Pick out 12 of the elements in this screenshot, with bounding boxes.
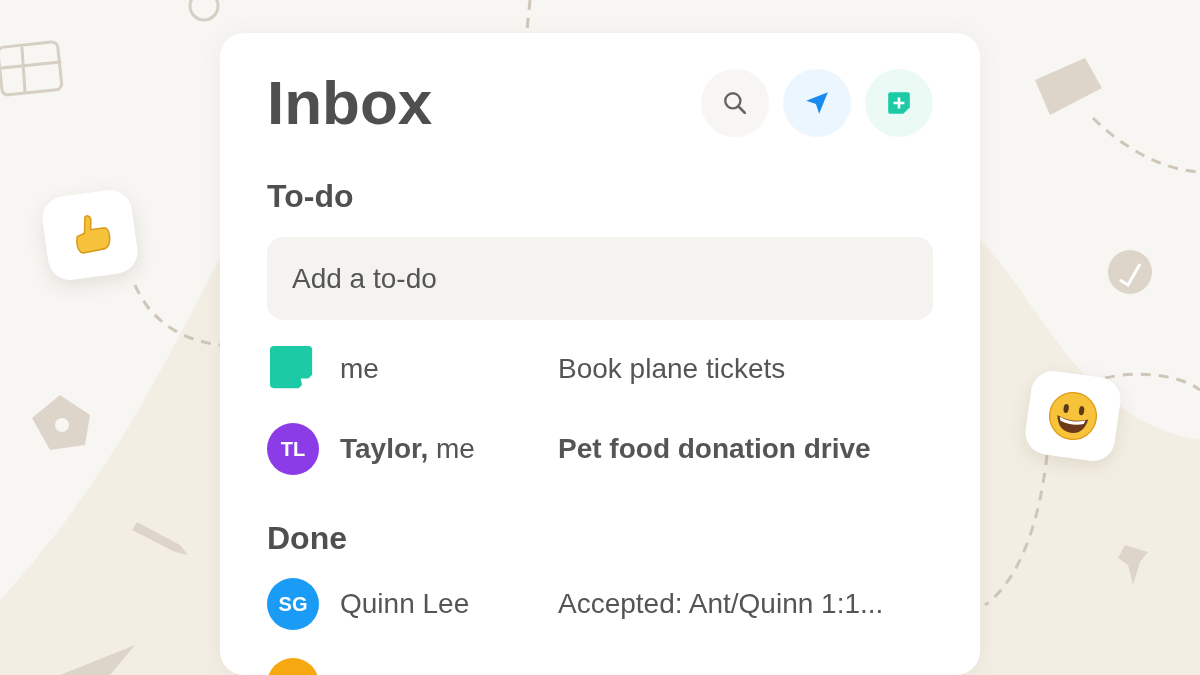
sender-name: Taylor, me: [340, 433, 476, 465]
section-heading: To-do: [267, 177, 355, 216]
page-title: Inbox: [267, 67, 433, 139]
subject-text: Accepted: Ant/Quinn 1:1...: [558, 588, 884, 620]
add-todo-field[interactable]: Add a to-do: [267, 237, 933, 320]
sender-name: me: [340, 353, 380, 385]
subject-text: Book plane tickets: [558, 353, 786, 385]
section-heading: Done: [267, 519, 348, 558]
avatar: TL: [267, 423, 319, 475]
avatar: SG: [267, 578, 319, 630]
sender-name: Quinn Lee: [340, 588, 471, 620]
subject-text: Pet food donation drive: [558, 433, 871, 465]
